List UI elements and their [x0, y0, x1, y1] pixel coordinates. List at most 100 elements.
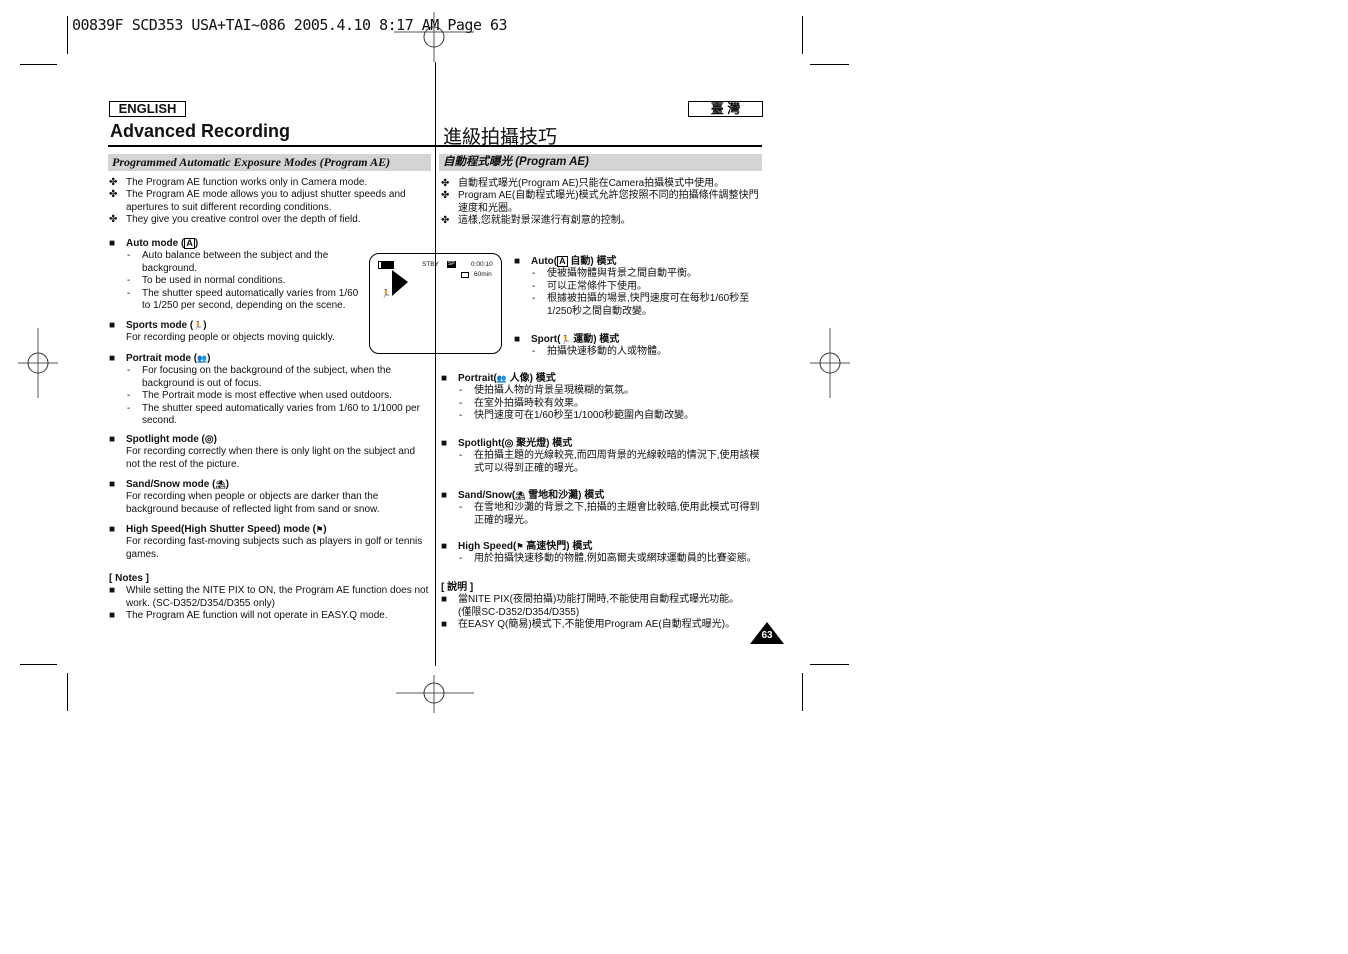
list-item: - For focusing on the background of the s… — [127, 365, 392, 389]
list-item: - 用於拍攝快速移動的物體,例如高爾夫或網球運動員的比賽姿態。 — [459, 553, 757, 565]
list-item: - Auto balance between the subject and th… — [127, 250, 329, 274]
list-item: - 可以正常條件下使用。 — [532, 280, 647, 292]
square-bullet-icon: ■ — [109, 434, 116, 445]
note-item: ■ The Program AE function will not operat… — [109, 610, 388, 622]
note-item: ■ 在EASY Q(簡易)模式下,不能使用Program AE(自動程式曝光)。 — [441, 619, 736, 631]
auto-mode-icon: A — [184, 238, 195, 249]
square-bullet-icon: ■ — [441, 373, 448, 384]
section-title-chinese: 自動程式曝光 (Program AE) — [439, 154, 762, 171]
square-bullet-icon: ■ — [441, 438, 448, 449]
notes-label: [ Notes ] — [109, 573, 149, 584]
portrait-mode-icon: 👥 — [197, 354, 208, 363]
cross-bullet-icon: ✤ — [109, 189, 118, 201]
intro-bullet: ✤ They give you creative control over the… — [109, 214, 361, 226]
mode-portrait-chinese: ■ Portrait(👥 人像) 模式 - 使拍攝人物的背景呈現模糊的氣氛。 - 在室… — [441, 373, 761, 423]
intro-bullets-chinese: ✤ 自動程式曝光(Program AE)只能在Camera拍攝模式中使用。 ✤ Pr… — [441, 178, 759, 228]
page-number: 63 — [761, 630, 773, 641]
square-bullet-icon: ■ — [109, 238, 116, 249]
mode-highspeed-chinese: ■ High Speed(⚑ 高速快門) 模式 - 用於拍攝快速移動的物體,例如高爾… — [441, 541, 761, 566]
list-item: - To be used in normal conditions. — [127, 275, 286, 287]
notes-chinese: [ 說明 ] ■ 當NITE PIX(夜間拍攝)功能打開時,不能使用自動程式曝光功… — [441, 582, 746, 632]
list-item: - 在雪地和沙灘的背景之下,拍攝的主題會比較暗,使用此模式可得到正確的曝光。 — [459, 502, 760, 526]
title-rule — [108, 145, 435, 147]
lcd-timecode: 0:00:10 — [471, 261, 493, 268]
note-item: ■ While setting the NITE PIX to ON, the P… — [109, 585, 429, 609]
crop-mark — [802, 16, 803, 54]
crop-mark — [810, 64, 849, 65]
mode-auto-english: ■ Auto mode (A) - Auto balance between the… — [109, 238, 369, 312]
square-bullet-icon: ■ — [109, 320, 116, 331]
mode-portrait-english: ■ Portrait mode (👥) - For focusing on the … — [109, 353, 429, 427]
square-bullet-icon: ■ — [109, 610, 116, 622]
list-item: - The shutter speed automatically varies … — [127, 402, 420, 427]
registration-mark-icon — [810, 328, 850, 398]
notes-english: [ Notes ] ■ While setting the NITE PIX to… — [109, 573, 431, 623]
square-bullet-icon: ■ — [109, 479, 116, 490]
registration-mark-icon — [18, 328, 58, 398]
list-item: - 使被攝物體與背景之間自動平衡。 — [532, 268, 697, 280]
notes-label: [ 說明 ] — [441, 582, 474, 593]
square-bullet-icon: ■ — [441, 619, 448, 631]
square-bullet-icon: ■ — [441, 490, 448, 501]
cross-bullet-icon: ✤ — [109, 214, 118, 226]
square-bullet-icon: ■ — [109, 524, 116, 535]
registration-mark-icon — [394, 12, 474, 62]
list-item: - The shutter speed automatically varies … — [127, 287, 359, 312]
mode-sandsnow-english: ■ Sand/Snow mode (⛱) For recording when p… — [109, 479, 380, 515]
sp-mode-icon: SP — [447, 261, 456, 268]
list-item: - 在拍攝主題的光線較亮,而四周背景的光線較暗的情況下,使用該模式可以得到正確的曝… — [459, 450, 760, 474]
cross-bullet-icon: ✤ — [441, 215, 450, 227]
mode-auto-chinese: ■ Auto(A 自動) 模式 - 使被攝物體與背景之間自動平衡。 - 可以正常條件下… — [514, 256, 760, 318]
intro-bullet: ✤ 自動程式曝光(Program AE)只能在Camera拍攝模式中使用。 — [441, 178, 725, 189]
intro-bullet: ✤ The Program AE function works only in C… — [109, 177, 368, 188]
sports-mode-icon: 🏃 — [193, 321, 204, 330]
square-bullet-icon: ■ — [109, 353, 116, 364]
registration-mark-icon — [396, 675, 474, 713]
sports-mode-icon: 🏃 — [381, 289, 391, 298]
page-title-english: Advanced Recording — [110, 121, 291, 141]
mode-spotlight-english: ■ Spotlight mode (◎) For recording correc… — [109, 434, 416, 470]
sand-snow-mode-icon: ⛱ — [515, 491, 526, 500]
cross-bullet-icon: ✤ — [441, 190, 450, 202]
intro-bullets-english: ✤ The Program AE function works only in C… — [109, 177, 427, 227]
square-bullet-icon: ■ — [514, 334, 521, 345]
language-label-english: ENGLISH — [109, 101, 186, 117]
section-title-english: Programmed Automatic Exposure Modes (Pro… — [108, 154, 431, 171]
note-item: ■ 當NITE PIX(夜間拍攝)功能打開時,不能使用自動程式曝光功能。(僅限SC… — [441, 594, 740, 618]
auto-mode-icon: A — [557, 256, 568, 267]
language-label-chinese: 臺 灣 — [688, 101, 763, 117]
crop-mark — [67, 16, 68, 54]
list-item: - 拍攝快速移動的人或物體。 — [532, 346, 667, 358]
column-divider — [435, 62, 436, 666]
mode-highspeed-english: ■ High Speed(High Shutter Speed) mode (⚑)… — [109, 524, 423, 560]
cross-bullet-icon: ✤ — [441, 178, 450, 189]
square-bullet-icon: ■ — [441, 541, 448, 552]
high-speed-mode-icon: ⚑ — [516, 542, 524, 551]
crop-mark — [20, 64, 57, 65]
lcd-remaining: 60min — [474, 271, 492, 278]
list-item: - 在室外拍攝時較有效果。 — [459, 397, 584, 409]
crop-mark — [802, 673, 803, 711]
list-item: - The Portrait mode is most effective whe… — [127, 390, 392, 402]
mode-sport-chinese: ■ Sport(🏃 運動) 模式 - 拍攝快速移動的人或物體。 — [514, 334, 760, 359]
intro-bullet: ✤ The Program AE mode allows you to adjus… — [109, 189, 406, 213]
crop-mark — [810, 664, 849, 665]
list-item: - 快門速度可在1/60秒至1/1000秒範圍內自動改變。 — [459, 410, 695, 422]
portrait-mode-icon: 👥 — [496, 374, 507, 383]
tape-icon — [461, 272, 469, 278]
crop-mark — [20, 664, 57, 665]
sand-snow-mode-icon: ⛱ — [215, 480, 226, 489]
lcd-screen-illustration: STBY SP 0:00:10 60min 🏃 — [369, 253, 502, 354]
title-rule — [436, 145, 762, 147]
mode-sandsnow-chinese: ■ Sand/Snow(⛱ 雪地和沙灘) 模式 - 在雪地和沙灘的背景之下,拍攝的主… — [441, 490, 760, 526]
square-bullet-icon: ■ — [109, 585, 116, 597]
intro-bullet: ✤ 這樣,您就能對景深進行有創意的控制。 — [441, 215, 631, 227]
print-slug: 00839F SCD353 USA+TAI~086 2005.4.10 8:17… — [72, 16, 508, 34]
spotlight-mode-icon: ◎ — [204, 434, 214, 445]
lcd-status: STBY — [422, 261, 439, 268]
sports-mode-icon: 🏃 — [560, 335, 571, 344]
cross-bullet-icon: ✤ — [109, 177, 118, 188]
mode-spotlight-chinese: ■ Spotlight(◎ 聚光燈) 模式 - 在拍攝主題的光線較亮,而四周背景的光… — [441, 438, 760, 474]
intro-bullet: ✤ Program AE(自動程式曝光)模式允許您按照不同的拍攝條件調整快門速度和… — [441, 190, 759, 214]
list-item: - 使拍攝人物的背景呈現模糊的氣氛。 — [459, 385, 634, 397]
